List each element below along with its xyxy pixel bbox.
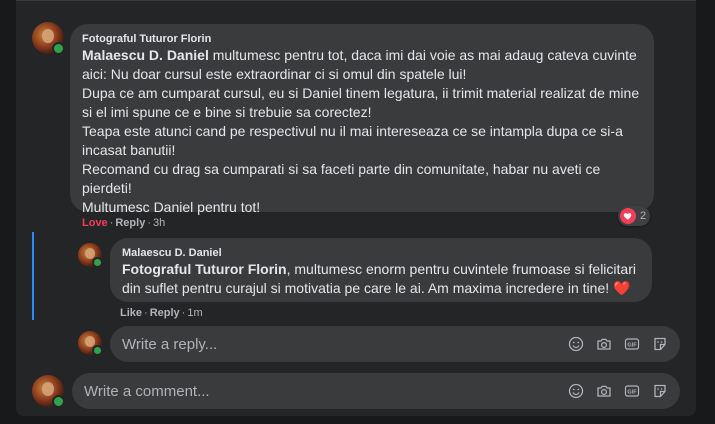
emoji-icon[interactable]: [568, 336, 584, 352]
avatar: [78, 331, 103, 356]
comment-text: Malaescu D. Daniel multumesc pentru tot,…: [82, 46, 642, 217]
comment-time[interactable]: 3h: [153, 217, 165, 229]
emoji-icon[interactable]: [568, 383, 584, 399]
comment-author[interactable]: Fotograful Tuturor Florin: [82, 32, 642, 46]
comments-panel: Fotograful Tuturor Florin Malaescu D. Da…: [16, 0, 696, 416]
comment-input[interactable]: Write a comment... GIF: [72, 373, 680, 409]
reaction-count: 2: [640, 210, 647, 222]
camera-icon[interactable]: [596, 336, 612, 352]
reply-action[interactable]: Reply: [150, 307, 180, 319]
reply-input[interactable]: Write a reply... GIF: [110, 326, 680, 362]
comment-mention[interactable]: Malaescu D. Daniel: [82, 47, 209, 63]
gif-label: GIF: [627, 389, 637, 395]
reply-actions: Like · Reply · 1m: [120, 307, 203, 319]
online-status-dot: [52, 395, 65, 408]
online-status-dot: [92, 257, 103, 268]
camera-icon[interactable]: [596, 383, 612, 399]
comment-bubble: Fotograful Tuturor Florin Malaescu D. Da…: [70, 24, 654, 215]
reply-mention[interactable]: Fotograful Tuturor Florin: [122, 261, 287, 277]
reply-input-placeholder[interactable]: Write a reply...: [122, 336, 568, 353]
gif-icon[interactable]: GIF: [624, 336, 640, 352]
online-status-dot: [52, 42, 65, 55]
divider: [16, 0, 696, 1]
gif-label: GIF: [627, 342, 637, 348]
comment-body: multumesc pentru tot, daca imi dai voie …: [82, 47, 640, 215]
sticker-icon[interactable]: [652, 336, 668, 352]
online-status-dot: [92, 345, 103, 356]
love-action[interactable]: Love: [82, 217, 108, 229]
heart-icon: [620, 208, 636, 224]
heart-emoji: ❤️: [613, 280, 631, 296]
avatar[interactable]: [32, 22, 65, 55]
sticker-icon[interactable]: [652, 383, 668, 399]
reply-author[interactable]: Malaescu D. Daniel: [122, 246, 640, 260]
like-action[interactable]: Like: [120, 307, 142, 319]
reaction-summary[interactable]: 2: [618, 206, 651, 226]
comment-input-placeholder[interactable]: Write a comment...: [84, 383, 568, 400]
reply-text: Fotograful Tuturor Florin, multumesc eno…: [122, 260, 640, 298]
comment-actions: Love · Reply · 3h: [82, 217, 166, 229]
avatar: [32, 375, 65, 408]
reply-thread-line: [32, 232, 34, 320]
gif-icon[interactable]: GIF: [624, 383, 640, 399]
reply-action[interactable]: Reply: [115, 217, 145, 229]
avatar[interactable]: [78, 243, 103, 268]
reply-bubble: Malaescu D. Daniel Fotograful Tuturor Fl…: [110, 238, 652, 302]
reply-time[interactable]: 1m: [187, 307, 202, 319]
